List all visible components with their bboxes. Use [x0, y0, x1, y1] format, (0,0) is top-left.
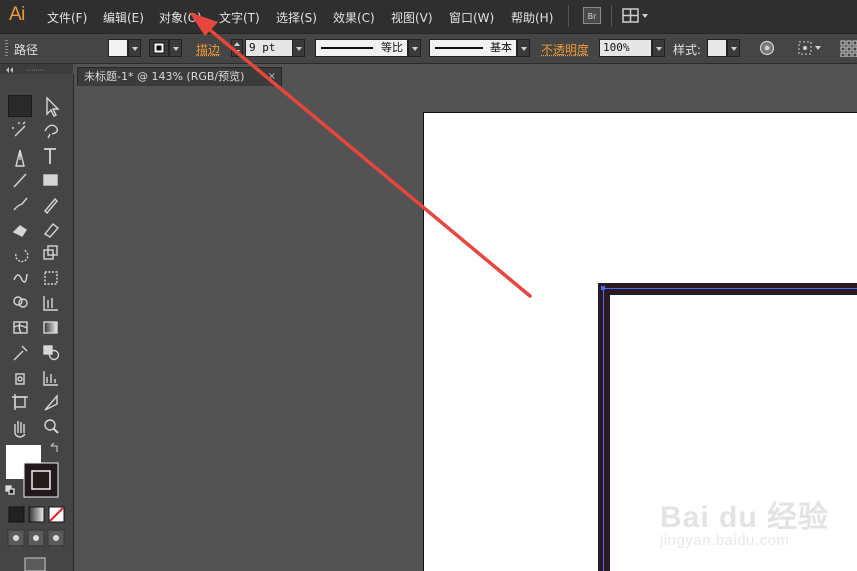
align-to-selection-icon: [798, 41, 821, 55]
watermark-url: jingyan.baidu.com: [660, 532, 790, 549]
opacity-panel-link[interactable]: 不透明度: [541, 41, 589, 58]
draw-behind-button[interactable]: [28, 530, 44, 546]
stroke-panel-link[interactable]: 描边: [196, 41, 220, 58]
menu-separator: [568, 5, 569, 27]
app-logo: Ai: [9, 4, 25, 25]
color-mode-button[interactable]: [9, 507, 24, 522]
menu-type[interactable]: 文字(T): [219, 9, 260, 26]
menu-effect[interactable]: 效果(C): [333, 9, 375, 26]
graphic-style-swatch[interactable]: [707, 39, 727, 57]
menu-bar: Ai 文件(F) 编辑(E) 对象(O) 文字(T) 选择(S) 效果(C) 视…: [0, 0, 857, 34]
brush-basic-label: 基本: [490, 41, 512, 54]
perspective-grid-tool[interactable]: [39, 292, 63, 314]
menu-window[interactable]: 窗口(W): [449, 9, 494, 26]
eraser-tool[interactable]: [39, 219, 63, 241]
symbol-sprayer-tool[interactable]: [8, 368, 32, 390]
stroke-color-icon: [153, 42, 165, 54]
stroke-weight-dropdown[interactable]: [292, 39, 305, 57]
document-tab[interactable]: 未标题-1* @ 143% (RGB/预览) ×: [77, 67, 282, 86]
rectangle-tool[interactable]: [39, 169, 63, 191]
swap-colors-icon[interactable]: [49, 442, 59, 454]
graphic-style-dropdown[interactable]: [727, 39, 740, 57]
stroke-dropdown[interactable]: [169, 39, 182, 57]
shape-builder-tool[interactable]: [8, 292, 32, 314]
tools-panel: [0, 74, 74, 571]
mesh-tool[interactable]: [8, 317, 32, 339]
draw-inside-button[interactable]: [48, 530, 64, 546]
eyedropper-tool[interactable]: [8, 342, 32, 364]
stepper-arrows-icon: [234, 42, 240, 54]
lasso-tool[interactable]: [39, 119, 63, 141]
anchor-point[interactable]: [601, 286, 605, 290]
free-transform-tool[interactable]: [39, 268, 63, 290]
profile-dropdown[interactable]: [408, 39, 421, 57]
menu-select[interactable]: 选择(S): [276, 9, 317, 26]
transform-button[interactable]: [839, 39, 857, 58]
artboard-tool[interactable]: [8, 392, 32, 414]
pencil-tool[interactable]: [39, 193, 63, 215]
scale-tool[interactable]: [39, 244, 63, 266]
arrange-documents-button[interactable]: [622, 8, 650, 24]
grid-icon: [840, 40, 857, 58]
align-options-button[interactable]: [797, 39, 825, 57]
width-tool[interactable]: [8, 268, 32, 290]
gradient-mode-button[interactable]: [29, 507, 44, 522]
tools-panel-header[interactable]: [0, 64, 73, 74]
style-label: 样式:: [673, 43, 702, 57]
zoom-tool[interactable]: [39, 416, 63, 438]
default-colors-icon[interactable]: [5, 484, 15, 495]
selection-tool[interactable]: [8, 95, 32, 117]
line-segment-tool[interactable]: [8, 169, 32, 191]
color-wheel-icon: [759, 40, 775, 56]
screen-mode-button[interactable]: [25, 558, 45, 571]
stroke-color-box[interactable]: [24, 463, 58, 497]
watermark-logo: Bai du 经验: [660, 501, 830, 534]
variable-width-profile[interactable]: 等比: [315, 39, 408, 57]
column-graph-tool[interactable]: [39, 368, 63, 390]
control-bar: 路径 描边 9 pt 等比 基本 不透明度 100% 样式:: [0, 34, 857, 64]
fill-swatch[interactable]: [108, 39, 128, 57]
hand-tool[interactable]: [8, 416, 32, 438]
blob-brush-tool[interactable]: [8, 219, 32, 241]
fill-dropdown[interactable]: [128, 39, 141, 57]
brush-dropdown[interactable]: [517, 39, 530, 57]
type-tool[interactable]: [39, 145, 63, 167]
menu-object[interactable]: 对象(O): [159, 9, 202, 26]
menu-file[interactable]: 文件(F): [47, 9, 87, 26]
style-label-text: 样式: [673, 43, 698, 57]
recolor-artwork-button[interactable]: [758, 39, 776, 57]
magic-wand-tool[interactable]: [8, 119, 32, 141]
panel-grip[interactable]: [5, 40, 8, 57]
gradient-tool[interactable]: [39, 317, 63, 339]
stroke-weight-stepper[interactable]: [231, 39, 243, 57]
blend-tool[interactable]: [39, 342, 63, 364]
draw-normal-button[interactable]: [8, 530, 24, 546]
profile-line: [321, 47, 373, 49]
profile-uniform-label: 等比: [381, 41, 403, 54]
none-mode-button[interactable]: [49, 507, 64, 522]
paintbrush-tool[interactable]: [8, 193, 32, 215]
selection-type-label: 路径: [14, 43, 39, 57]
brush-definition[interactable]: 基本: [429, 39, 517, 57]
stroke-swatch[interactable]: [149, 39, 169, 57]
menu-help[interactable]: 帮助(H): [511, 9, 553, 26]
arrange-documents-icon: [622, 8, 648, 23]
pen-tool[interactable]: [8, 145, 32, 167]
opacity-dropdown[interactable]: [652, 39, 665, 57]
slice-tool[interactable]: [39, 392, 63, 414]
direct-selection-tool[interactable]: [39, 95, 63, 117]
rotate-tool[interactable]: [8, 244, 32, 266]
close-icon[interactable]: ×: [268, 68, 276, 86]
bridge-button[interactable]: Br: [583, 7, 601, 24]
menu-view[interactable]: 视图(V): [391, 9, 433, 26]
document-tab-title: 未标题-1* @ 143% (RGB/预览): [84, 70, 245, 83]
menu-edit[interactable]: 编辑(E): [103, 9, 144, 26]
opacity-field[interactable]: 100%: [599, 39, 652, 57]
menu-separator: [611, 5, 612, 27]
brush-line: [435, 47, 483, 49]
